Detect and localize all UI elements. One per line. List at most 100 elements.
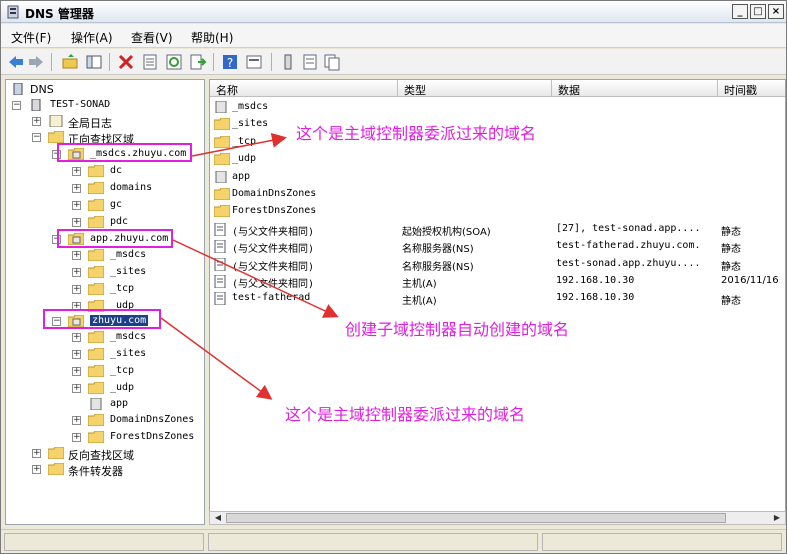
properties-icon[interactable] [141,53,159,71]
menu-view[interactable]: 查看(V) [131,29,173,46]
tree-label: 反向查找区域 [68,449,134,462]
zone-icon [214,170,228,186]
status-segment [208,533,538,551]
record-type: 主机(A) [402,296,437,308]
expand-icon[interactable]: + [72,218,81,227]
back-icon[interactable] [7,53,25,71]
menu-bar: 文件(F) 操作(A) 查看(V) 帮助(H) [1,24,786,48]
folder-icon [88,249,104,261]
scroll-right-icon[interactable]: ▶ [770,512,784,524]
status-segment [4,533,204,551]
folder-icon [88,216,104,228]
expand-icon[interactable]: + [32,449,41,458]
server-icon[interactable] [279,53,297,71]
record-row[interactable]: _udp [210,151,785,168]
expand-icon[interactable]: + [72,251,81,260]
delegation-icon [90,398,102,410]
record-type: 起始授权机构(SOA) [402,226,491,238]
highlight-box-zhuyu [43,309,161,329]
record-name: _udp [232,153,257,165]
tree-label: DomainDnsZones [110,414,195,425]
record-timestamp: 静态 [721,261,741,273]
log-icon [49,115,63,127]
record-timestamp: 静态 [721,296,741,308]
tree-label: _sites [110,348,147,359]
records-pane[interactable]: 名称 类型 数据 时间戳 _msdcs _sites _tcp _udp app Doma… [209,79,786,525]
folder-icon [88,283,104,295]
status-segment [542,533,782,551]
record-type: 名称服务器(NS) [402,261,474,273]
record-name: DomainDnsZones [232,188,317,199]
maximize-button[interactable]: □ [750,4,766,19]
expand-icon[interactable]: + [72,367,81,376]
tree-label: DNS [30,83,54,96]
column-header-data[interactable]: 数据 [552,80,718,97]
expand-icon[interactable]: + [72,416,81,425]
expand-icon[interactable]: + [72,433,81,442]
tree-label: _msdcs [110,331,147,342]
list-icon[interactable] [301,53,319,71]
expand-icon[interactable]: + [72,350,81,359]
folder-icon [88,431,104,443]
scroll-thumb[interactable] [226,513,726,523]
delete-icon[interactable] [117,53,135,71]
expand-icon[interactable]: + [72,268,81,277]
folder-icon [88,165,104,177]
collapse-icon[interactable]: − [12,101,21,110]
annotation-delegated-1: 这个是主域控制器委派过来的域名 [296,124,537,143]
record-name: _msdcs [232,101,269,112]
record-row[interactable]: ForestDnsZones [210,203,785,220]
tree-label: TEST-SONAD [50,99,111,110]
record-row[interactable]: DomainDnsZones [210,186,785,203]
title-bar: DNS 管理器 _ □ × [1,1,786,23]
tree-label: _sites [110,266,147,277]
annotation-auto-created: 创建子域控制器自动创建的域名 [345,320,570,339]
up-folder-icon[interactable] [61,53,79,71]
svg-text:?: ? [227,56,233,70]
tree-label: gc [110,199,123,210]
record-row[interactable]: _msdcs [210,99,785,116]
scroll-left-icon[interactable]: ◀ [211,512,225,524]
tree-label: pdc [110,216,129,227]
view-icon[interactable] [245,53,263,71]
record-row[interactable]: (与父文件夹相同) 名称服务器(NS) test-fatherad.zhuyu.co… [210,238,785,256]
record-row[interactable]: app [210,169,785,186]
record-data: 192.168.10.30 [556,292,635,304]
help-icon[interactable]: ? [221,53,239,71]
horizontal-scrollbar[interactable]: ◀ ▶ [209,511,786,525]
expand-icon[interactable]: + [72,384,81,393]
record-name: (与父文件夹相同) [232,261,315,273]
folder-icon [88,414,104,426]
expand-icon[interactable]: + [32,117,41,126]
expand-icon[interactable]: + [72,285,81,294]
menu-file[interactable]: 文件(F) [11,29,51,46]
close-button[interactable]: × [768,4,784,19]
menu-help[interactable]: 帮助(H) [191,29,233,46]
folder-icon [88,348,104,360]
expand-icon[interactable]: + [72,333,81,342]
folder-icon [213,135,231,151]
menu-action[interactable]: 操作(A) [71,29,113,46]
record-icon [214,239,226,256]
expand-icon[interactable]: + [72,167,81,176]
tree-label: app [110,398,129,409]
column-header-timestamp[interactable]: 时间戳 [718,80,785,97]
refresh-icon[interactable] [165,53,183,71]
copy-icon[interactable] [323,53,341,71]
show-hide-tree-icon[interactable] [85,53,103,71]
record-row[interactable]: (与父文件夹相同) 起始授权机构(SOA) [27], test-sonad.app… [210,221,785,238]
expand-icon[interactable]: + [32,465,41,474]
record-row[interactable]: (与父文件夹相同) 主机(A) 192.168.10.30 2016/11/16 [210,273,785,290]
expand-icon[interactable]: + [72,201,81,210]
record-row[interactable]: (与父文件夹相同) 名称服务器(NS) test-sonad.app.zhuyu..… [210,256,785,273]
forward-icon[interactable] [27,53,45,71]
column-header-name[interactable]: 名称 [210,80,398,97]
record-row[interactable]: test-fatherad 主机(A) 192.168.10.30 静态 [210,290,785,308]
expand-icon[interactable]: + [72,184,81,193]
record-timestamp: 静态 [721,226,741,238]
minimize-button[interactable]: _ [732,4,748,19]
export-list-icon[interactable] [189,53,207,71]
column-header-type[interactable]: 类型 [398,80,552,97]
tree-label: domains [110,182,153,193]
collapse-icon[interactable]: − [32,133,41,142]
